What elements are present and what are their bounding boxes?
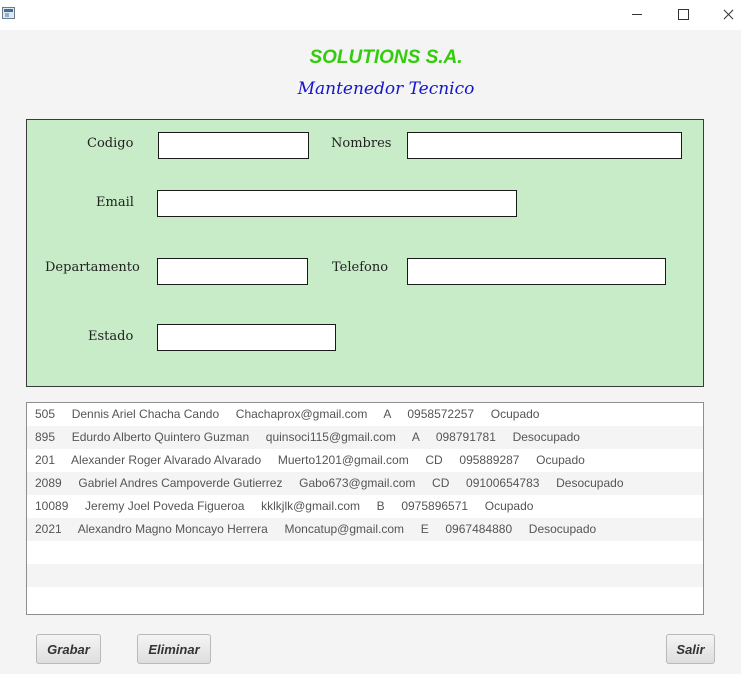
list-item[interactable]: 2089 Gabriel Andres Campoverde Gutierrez… [27, 472, 703, 495]
company-title: SOLUTIONS S.A. [309, 47, 463, 68]
app-window-icon [2, 7, 15, 19]
title-bar [0, 0, 741, 30]
list-item[interactable]: 2021 Alexandro Magno Moncayo Herrera Mon… [27, 518, 703, 541]
close-button[interactable] [705, 0, 741, 30]
empty-list-row [27, 564, 703, 587]
list-item[interactable]: 505 Dennis Ariel Chacha Cando Chachaprox… [27, 403, 703, 426]
estado-label: Estado [88, 329, 134, 344]
list-item[interactable]: 201 Alexander Roger Alvarado Alvarado Mu… [27, 449, 703, 472]
departamento-label: Departamento [45, 260, 140, 275]
list-item[interactable]: 895 Edurdo Alberto Quintero Guzman quins… [27, 426, 703, 449]
email-label: Email [96, 195, 134, 210]
email-input[interactable] [157, 190, 517, 217]
minimize-button[interactable] [614, 0, 660, 30]
form-subtitle: Mantenedor Tecnico [297, 79, 475, 99]
list-item[interactable]: 10089 Jeremy Joel Poveda Figueroa kklkjl… [27, 495, 703, 518]
telefono-input[interactable] [407, 258, 666, 285]
estado-input[interactable] [157, 324, 336, 351]
telefono-label: Telefono [332, 260, 389, 275]
nombres-label: Nombres [331, 136, 392, 151]
empty-list-row [27, 541, 703, 564]
codigo-input[interactable] [158, 132, 309, 159]
grabar-button[interactable]: Grabar [36, 634, 101, 664]
technician-form-panel: Codigo Nombres Email Departamento Telefo… [26, 119, 704, 387]
maximize-button[interactable] [660, 0, 706, 30]
nombres-input[interactable] [407, 132, 682, 159]
departamento-input[interactable] [157, 258, 308, 285]
codigo-label: Codigo [87, 136, 134, 151]
technician-list[interactable]: 505 Dennis Ariel Chacha Cando Chachaprox… [26, 402, 704, 615]
salir-button[interactable]: Salir [666, 634, 715, 664]
eliminar-button[interactable]: Eliminar [137, 634, 211, 664]
